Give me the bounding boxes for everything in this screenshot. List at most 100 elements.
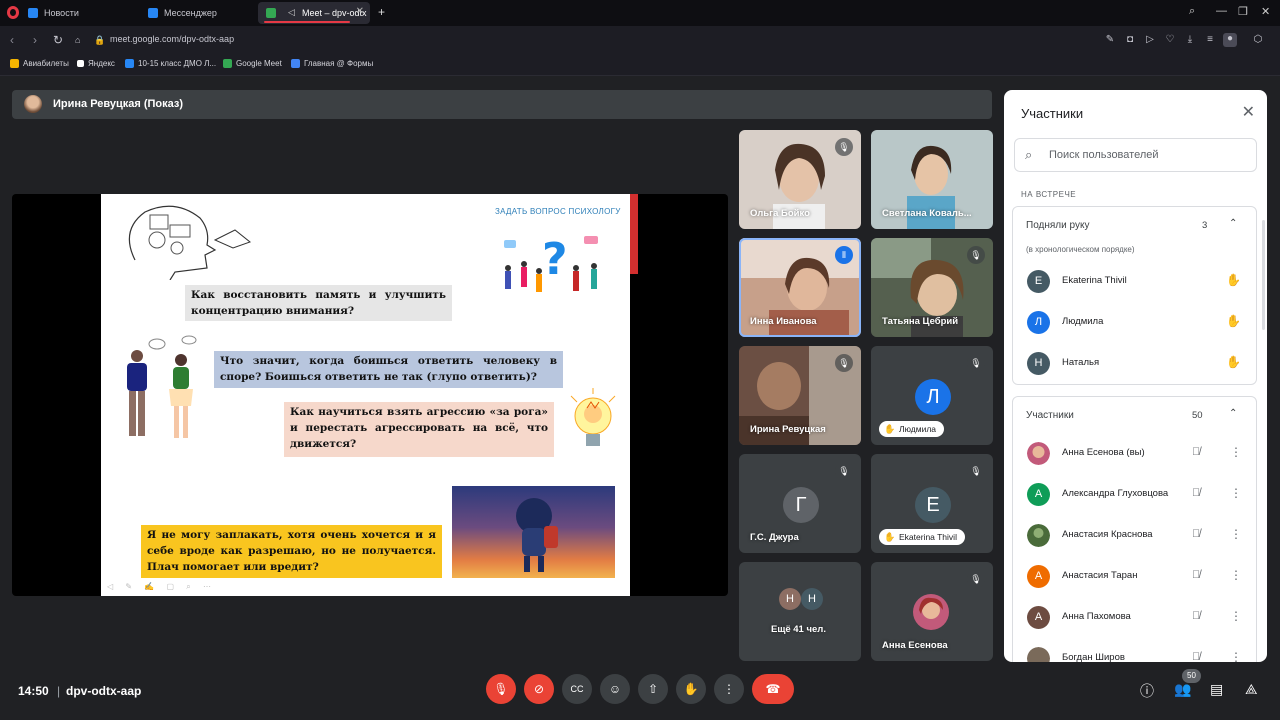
avatar: А — [1027, 565, 1050, 588]
heart-icon[interactable]: ♡ — [1164, 34, 1176, 46]
video-tile-svetlana[interactable]: Светлана Коваль... — [871, 130, 993, 229]
search-input[interactable]: ⌕ Поиск пользователей — [1014, 138, 1257, 172]
chevron-up-icon[interactable]: ⌃ — [1229, 408, 1237, 419]
forward-icon[interactable]: › — [33, 33, 37, 47]
video-tile-inna[interactable]: ⦀ Инна Иванова — [739, 238, 861, 337]
tab-news[interactable]: Новости — [20, 2, 138, 24]
play-icon[interactable]: ▷ — [1144, 34, 1156, 46]
menu-icon[interactable]: ≡ — [1204, 34, 1216, 46]
chat-icon[interactable]: ▤ — [1210, 681, 1223, 698]
meeting-details-icon[interactable]: ⓘ — [1140, 681, 1154, 701]
maximize-icon[interactable]: ❐ — [1238, 5, 1248, 18]
tab-messenger[interactable]: Мессенджер — [140, 2, 258, 24]
more-options-button[interactable]: ⋮ — [714, 674, 744, 704]
close-icon[interactable]: ✕ — [1242, 102, 1255, 122]
walking-figure-painting — [452, 486, 615, 578]
camera-icon[interactable]: ◘ — [1124, 34, 1136, 46]
close-tab-icon[interactable]: ✕ — [356, 6, 364, 17]
new-tab-button[interactable]: + — [378, 5, 385, 19]
avatar: А — [1027, 606, 1050, 629]
search-tabs-icon[interactable]: ⌕ — [1189, 5, 1195, 18]
raised-hand-row[interactable]: Н Наталья ✋ — [1004, 346, 1267, 382]
mic-off-icon: 🎙 — [835, 462, 853, 480]
captions-button[interactable]: CC — [562, 674, 592, 704]
emoji-button[interactable]: ☺ — [600, 674, 630, 704]
video-tile-tatiana[interactable]: 🎙 Татьяна Цебрий — [871, 238, 993, 337]
mic-toggle-button[interactable]: 🎙 — [486, 674, 516, 704]
more-options-icon[interactable]: ⋮ — [1230, 650, 1242, 662]
participant-row[interactable]: А Александра Глуховцова 🎙̸ ⋮ — [1004, 477, 1267, 513]
tab-meet[interactable]: ◁ Meet – dpv-odtx ✕ — [258, 2, 370, 24]
speaker-icon: ◁ — [288, 7, 295, 17]
more-options-icon[interactable]: ⋮ — [1230, 445, 1242, 459]
bookmark-aviatickets[interactable]: Авиабилеты — [10, 59, 69, 68]
leave-call-button[interactable]: ☎ — [752, 674, 794, 704]
raise-hand-button[interactable]: ✋ — [676, 674, 706, 704]
chevron-up-icon[interactable]: ⌃ — [1229, 218, 1237, 229]
question-aggression: Как научиться взять агрессию «за рога» и… — [284, 402, 554, 457]
profile-icon[interactable]: ● — [1223, 33, 1237, 47]
video-tile-irina[interactable]: 🎙 Ирина Ревуцкая — [739, 346, 861, 445]
download-icon[interactable]: ⤓ — [1184, 34, 1196, 46]
video-tile-ekaterina[interactable]: 🎙 E Ekaterina Thivil — [871, 454, 993, 553]
more-options-icon[interactable]: ⋮ — [1230, 527, 1242, 541]
bookmark-label: Яндекс — [88, 59, 115, 68]
opera-logo-icon[interactable] — [7, 6, 19, 19]
mic-off-icon[interactable]: 🎙̸ — [1192, 446, 1200, 458]
reload-icon[interactable]: ↻ — [53, 33, 63, 47]
raised-hand-row[interactable]: E Ekaterina Thivil ✋ — [1004, 264, 1267, 300]
mic-off-icon[interactable]: 🎙̸ — [1192, 487, 1200, 499]
divider: | — [57, 684, 61, 698]
present-screen-button[interactable]: ⇧ — [638, 674, 668, 704]
sidebar-icon[interactable]: ⬡ — [1252, 34, 1264, 46]
presenter-bar: Ирина Ревуцкая (Показ) — [12, 90, 992, 119]
avatar: Н — [1027, 352, 1050, 375]
mic-off-icon[interactable]: 🎙̸ — [1192, 651, 1200, 662]
raised-hand-row[interactable]: Л Людмила ✋ — [1004, 305, 1267, 341]
panel-scrollbar[interactable] — [1262, 220, 1265, 330]
edit-icon[interactable]: ✎ — [1104, 34, 1116, 46]
address-bar: ‹ › ↻ ⌂ 🔒 meet.google.com/dpv-odtx-aap ✎… — [0, 26, 1280, 54]
meeting-controls-bar: 14:50 | dpv-odtx-aap 🎙 ⊘ CC ☺ ⇧ ✋ ⋮ ☎ ⓘ … — [0, 669, 1280, 720]
slide-toolbar[interactable]: ◁ ✎ ✍ ▢ ⌕ ⋯ — [107, 582, 216, 592]
vk-icon — [125, 59, 134, 68]
close-window-icon[interactable]: ✕ — [1261, 5, 1270, 18]
more-options-icon[interactable]: ⋮ — [1230, 609, 1242, 623]
back-icon[interactable]: ‹ — [10, 33, 14, 47]
avatar: E — [1027, 270, 1050, 293]
meeting-code: dpv-odtx-aap — [66, 684, 142, 698]
video-tile-lyudmila[interactable]: 🎙 Л Людмила — [871, 346, 993, 445]
participant-row[interactable]: Анна Есенова (вы) 🎙̸ ⋮ — [1004, 436, 1267, 472]
mic-off-icon: 🎙 — [835, 138, 853, 156]
participant-name: Богдан Широв — [1062, 652, 1125, 662]
video-tile-g-s-dzhura[interactable]: 🎙 Г Г.С. Джура — [739, 454, 861, 553]
brain-illustration — [128, 205, 252, 280]
people-icon[interactable]: 👥 — [1174, 681, 1191, 698]
mic-off-icon[interactable]: 🎙̸ — [1192, 528, 1200, 540]
video-tile-more-participants[interactable]: Н Н Ещё 41 чел. — [739, 562, 861, 661]
lightbulb-head-illustration — [570, 388, 616, 446]
speed-dial-icon[interactable]: ⌂ — [75, 35, 80, 45]
bookmark-forms[interactable]: Главная @ Формы — [291, 59, 373, 68]
minimize-icon[interactable]: — — [1216, 5, 1227, 17]
lock-icon[interactable]: 🔒 — [94, 35, 105, 46]
url-field[interactable]: meet.google.com/dpv-odtx-aap — [110, 34, 234, 44]
video-tile-anna-esenova[interactable]: 🎙 Анна Есенова — [871, 562, 993, 661]
camera-toggle-button[interactable]: ⊘ — [524, 674, 554, 704]
browser-tab-bar: Новости Мессенджер ◁ Meet – dpv-odtx ✕ +… — [0, 0, 1280, 26]
more-participants-label: Ещё 41 чел. — [771, 624, 826, 635]
mic-off-icon[interactable]: 🎙̸ — [1192, 569, 1200, 581]
plane-icon — [10, 59, 19, 68]
participant-row[interactable]: А Анастасия Таран 🎙̸ ⋮ — [1004, 559, 1267, 595]
bookmark-yandex[interactable]: Яндекс — [77, 59, 115, 68]
participant-row[interactable]: А Анна Пахомова 🎙̸ ⋮ — [1004, 600, 1267, 636]
participant-row[interactable]: Анастасия Краснова 🎙̸ ⋮ — [1004, 518, 1267, 554]
mic-off-icon[interactable]: 🎙̸ — [1192, 610, 1200, 622]
bookmark-google-meet[interactable]: Google Meet — [223, 59, 282, 68]
more-options-icon[interactable]: ⋮ — [1230, 568, 1242, 582]
participant-row[interactable]: Богдан Широв 🎙̸ ⋮ — [1004, 641, 1267, 662]
activities-icon[interactable]: ⟁ — [1245, 681, 1258, 698]
more-options-icon[interactable]: ⋮ — [1230, 486, 1242, 500]
video-tile-olga[interactable]: 🎙 Ольга Бойко — [739, 130, 861, 229]
bookmark-vk-class[interactable]: 10-15 класс ДМО Л... — [125, 59, 216, 68]
